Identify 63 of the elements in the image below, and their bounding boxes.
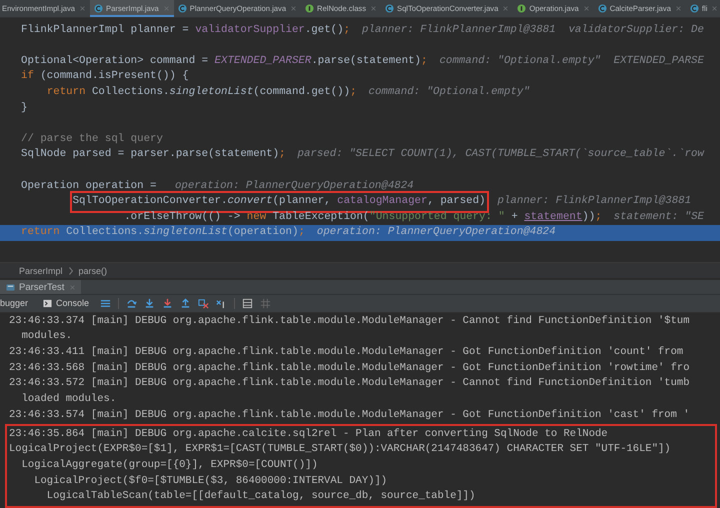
test-icon	[6, 282, 15, 292]
chevron-icon	[68, 266, 73, 275]
console-icon	[43, 298, 52, 308]
log-line: 23:46:33.572 [main] DEBUG org.apache.flink.table.module.ModuleManager - Cannot find FunctionDefinition 'tumb	[8, 376, 691, 392]
log-line: LogicalTableScan(table=[[default_catalog, source_db, source_table]])	[46, 489, 476, 504]
log-line: LogicalProject($f0=[$TUMBLE($3, 86400000:INTERVAL DAY)])	[33, 474, 388, 489]
step-over-icon[interactable]	[126, 298, 138, 309]
inline-value-hint: parsed: "SELECT COUNT(1), CAST(TUMBLE_START(`source_table`.`row	[298, 147, 704, 162]
code-line: // parse the sql query	[21, 132, 163, 147]
breadcrumb[interactable]: ParserImpl	[19, 266, 63, 276]
log-line: 23:46:33.574 [main] DEBUG org.apache.flink.table.module.ModuleManager - Got FunctionDefinition 'cast' from '	[8, 408, 691, 423]
close-icon[interactable]	[712, 6, 718, 11]
close-icon[interactable]	[676, 6, 681, 11]
code-line: Optional<Operation> command = EXTENDED_PARSER.parse(statement);	[21, 54, 428, 69]
file-icon	[178, 4, 187, 13]
file-icon	[517, 4, 526, 13]
log-line: 23:46:33.374 [main] DEBUG org.apache.flink.table.module.ModuleManager - Cannot find FunctionDefinition '$tum	[8, 314, 691, 329]
inline-value-hint: statement: "SE	[614, 210, 704, 225]
grid-icon[interactable]	[260, 298, 272, 309]
file-icon	[305, 4, 314, 13]
log-line: modules.	[20, 329, 74, 344]
log-line: 23:46:35.864 [main] DEBUG org.apache.calcite.sql2rel - Plan after converting SqlNode to RelNode	[8, 426, 609, 442]
inline-value-hint: planner: FlinkPlannerImpl@3881 validatorSupplier: De	[362, 22, 704, 38]
highlighted-code: SqlToOperationConverter.convert(planner, catalogManager, parsed)	[72, 194, 486, 210]
file-icon	[94, 4, 104, 13]
log-line: 23:46:33.568 [main] DEBUG org.apache.flink.table.module.ModuleManager - Got FunctionDefinition 'rowtime' fro	[8, 360, 691, 376]
code-line: SqlNode parsed = parser.parse(statement);	[21, 147, 286, 162]
log-line: LogicalProject(EXPR$0=[$1], EXPR$1=[CAST(TUMBLE_START($0)):VARCHAR(2147483647) CHARACTER SET "UTF-16LE"])	[8, 442, 672, 458]
file-icon	[690, 4, 699, 13]
force-step-into-icon[interactable]	[162, 298, 174, 309]
menu-icon[interactable]	[100, 298, 112, 309]
code-line: if (command.isPresent()) {	[21, 69, 189, 84]
code-line: .orElseThrow(() -> new TableException("Unsupported query: " + statement));	[124, 210, 602, 225]
code-line: Operation operation =	[21, 178, 158, 194]
code-line: return Collections.singletonList(operation);	[21, 225, 305, 240]
code-line: }	[21, 100, 28, 116]
inline-value-hint: command: "Optional.empty" EXTENDED_PARSE	[439, 54, 704, 69]
inline-value-hint: operation: PlannerQueryOperation@4824	[174, 178, 414, 194]
close-icon[interactable]	[371, 6, 376, 11]
drop-frame-icon[interactable]	[198, 298, 210, 309]
close-icon[interactable]	[503, 6, 508, 11]
code-line: FlinkPlannerImpl planner = validatorSupplier.get();	[21, 22, 350, 38]
inline-value-hint: operation: PlannerQueryOperation@4824	[316, 225, 556, 240]
table-icon[interactable]	[242, 298, 254, 309]
log-line: loaded modules.	[20, 392, 118, 408]
step-out-icon[interactable]	[180, 298, 192, 309]
close-icon[interactable]	[164, 6, 169, 11]
step-into-icon[interactable]	[144, 298, 156, 309]
close-icon[interactable]	[291, 6, 296, 11]
inline-value-hint: planner: FlinkPlannerImpl@3881	[498, 194, 692, 210]
file-icon	[385, 4, 394, 13]
close-icon[interactable]	[80, 6, 86, 11]
inline-value-hint: command: "Optional.empty"	[368, 84, 530, 100]
run-tab[interactable]: ParserTest	[0, 280, 82, 294]
tool-tab[interactable]: Console	[39, 295, 94, 312]
log-line: LogicalAggregate(group=[{0}], EXPR$0=[COUNT()])	[20, 458, 319, 473]
tool-tab[interactable]: bugger	[0, 295, 32, 312]
close-icon[interactable]	[70, 284, 76, 290]
close-icon[interactable]	[584, 6, 589, 11]
file-icon	[598, 4, 607, 13]
breadcrumb[interactable]: parse()	[78, 266, 108, 276]
code-line: return Collections.singletonList(command.get());	[46, 84, 357, 100]
log-line: 23:46:33.411 [main] DEBUG org.apache.flink.table.module.ModuleManager - Got FunctionDefinition 'count' from	[8, 345, 684, 360]
